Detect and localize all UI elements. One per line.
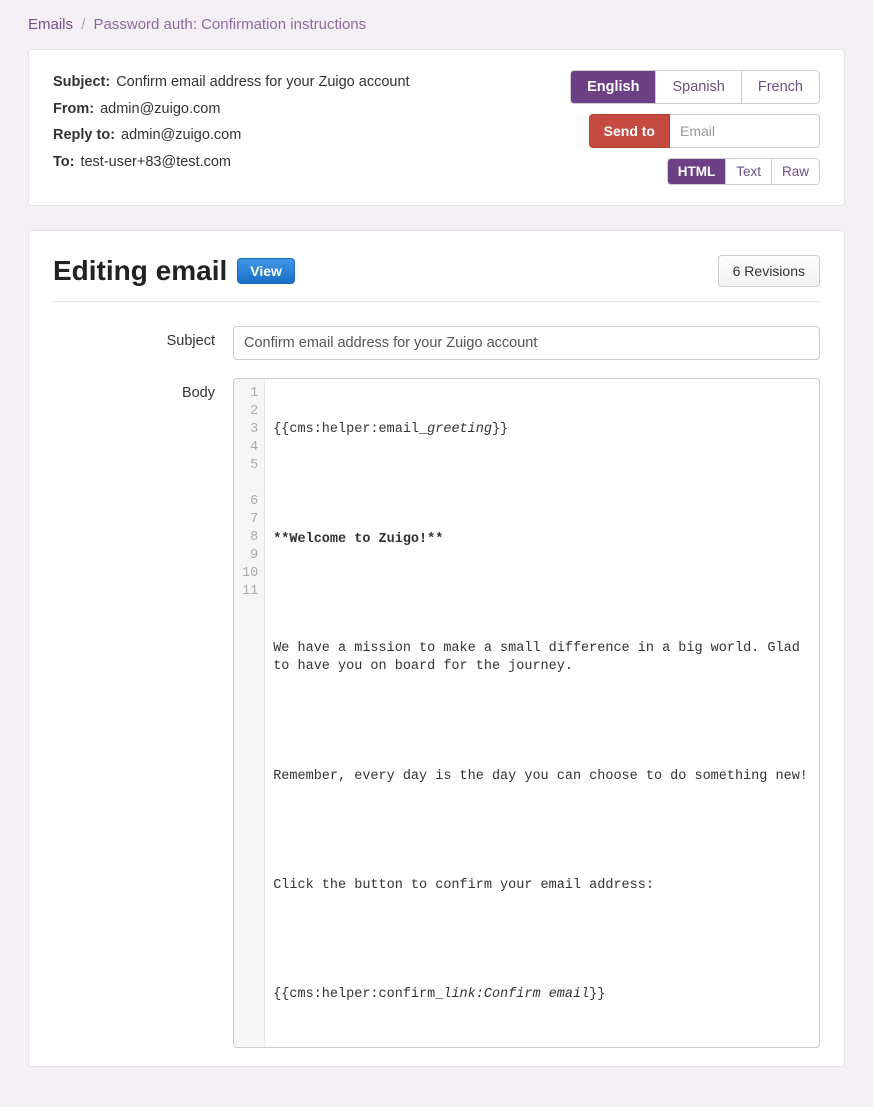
reply-to-value: admin@zuigo.com <box>121 127 241 143</box>
format-tabs: HTML Text Raw <box>667 158 820 185</box>
to-value: test-user+83@test.com <box>80 154 231 170</box>
reply-to-label: Reply to: <box>53 127 115 143</box>
to-label: To: <box>53 154 74 170</box>
view-button[interactable]: View <box>237 258 295 284</box>
subject-row: Subject <box>53 326 820 360</box>
subject-label: Subject: <box>53 74 110 90</box>
body-editor[interactable]: 1 2 3 4 5 6 7 8 9 10 11 {{cms:he <box>233 378 820 1048</box>
body-code[interactable]: {{cms:helper:email_greeting}} **Welcome … <box>265 379 819 1047</box>
tab-html[interactable]: HTML <box>668 159 727 184</box>
send-to-input[interactable] <box>670 114 820 148</box>
breadcrumb-sep: / <box>81 16 85 33</box>
email-meta: Subject: Confirm email address for your Z… <box>53 70 554 177</box>
editor-header: Editing email View 6 Revisions <box>53 255 820 302</box>
send-to-button[interactable]: Send to <box>589 114 670 148</box>
from-label: From: <box>53 101 94 117</box>
subject-input[interactable] <box>233 326 820 360</box>
tab-text[interactable]: Text <box>726 159 772 184</box>
tab-raw[interactable]: Raw <box>772 159 819 184</box>
send-to-row: Send to <box>589 114 820 148</box>
tab-spanish[interactable]: Spanish <box>656 71 741 103</box>
line-gutter: 1 2 3 4 5 6 7 8 9 10 11 <box>234 379 265 1047</box>
editor-card: Editing email View 6 Revisions Subject B… <box>28 230 845 1067</box>
email-header-card: Subject: Confirm email address for your Z… <box>28 49 845 206</box>
breadcrumb-current: Password auth: Confirmation instructions <box>94 16 367 33</box>
tab-french[interactable]: French <box>742 71 819 103</box>
body-row: Body 1 2 3 4 5 6 7 8 9 10 1 <box>53 378 820 1048</box>
email-controls: English Spanish French Send to HTML Text… <box>570 70 820 185</box>
revisions-button[interactable]: 6 Revisions <box>718 255 820 287</box>
language-tabs: English Spanish French <box>570 70 820 104</box>
breadcrumb-root[interactable]: Emails <box>28 16 73 33</box>
subject-field-label: Subject <box>53 326 233 349</box>
from-value: admin@zuigo.com <box>100 101 220 117</box>
breadcrumb: Emails / Password auth: Confirmation ins… <box>28 16 845 33</box>
page-title: Editing email <box>53 255 227 287</box>
subject-value: Confirm email address for your Zuigo acc… <box>116 74 409 90</box>
tab-english[interactable]: English <box>571 71 656 103</box>
body-field-label: Body <box>53 378 233 401</box>
